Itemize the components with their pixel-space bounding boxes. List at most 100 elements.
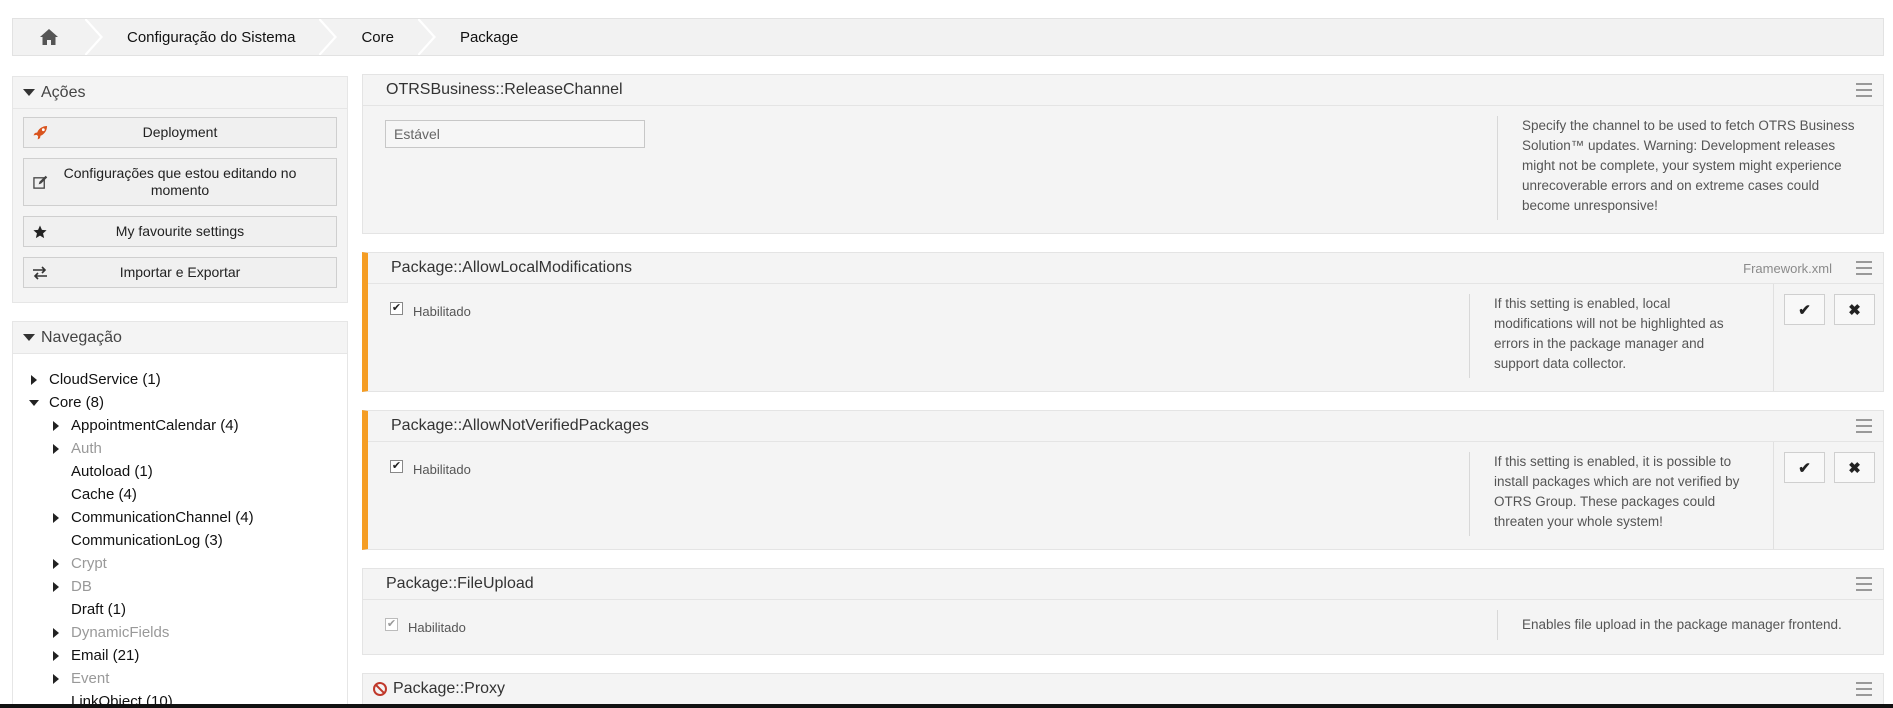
setting-file: Framework.xml xyxy=(1743,261,1832,276)
save-button[interactable]: ✔ xyxy=(1784,452,1825,483)
tree-item-event[interactable]: Event xyxy=(27,667,347,690)
breadcrumb: Configuração do Sistema Core Package xyxy=(12,18,1884,56)
tree-item-appointmentcalendar[interactable]: AppointmentCalendar (4) xyxy=(27,414,347,437)
enabled-checkbox[interactable]: ✔ xyxy=(390,460,403,473)
setting-name: OTRSBusiness::ReleaseChannel xyxy=(386,81,623,98)
tree-item-communicationchannel[interactable]: CommunicationChannel (4) xyxy=(27,506,347,529)
tree-item-label[interactable]: CommunicationLog (3) xyxy=(71,532,223,549)
menu-icon[interactable] xyxy=(1856,682,1872,696)
close-icon: ✖ xyxy=(1848,459,1861,477)
tree-item-crypt[interactable]: Crypt xyxy=(27,552,347,575)
favourite-settings-button[interactable]: My favourite settings xyxy=(23,216,337,247)
caret-down-icon xyxy=(23,334,35,341)
tree-item-label[interactable]: Cache (4) xyxy=(71,486,137,503)
tree-item-label[interactable]: Core (8) xyxy=(49,394,104,411)
currently-editing-button[interactable]: Configurações que estou editando no mome… xyxy=(23,158,337,206)
tree-item-autoload[interactable]: Autoload (1) xyxy=(27,460,347,483)
setting-header[interactable]: Package::AllowNotVerifiedPackages xyxy=(368,411,1883,442)
expand-arrow-icon[interactable] xyxy=(49,580,63,594)
navigation-header[interactable]: Navegação xyxy=(13,322,347,354)
expand-arrow-icon[interactable] xyxy=(49,419,63,433)
release-channel-field[interactable]: Estável xyxy=(385,120,645,148)
setting-proxy: Package::Proxy xyxy=(362,673,1884,708)
edit-icon xyxy=(32,174,48,190)
enabled-checkbox[interactable]: ✔ xyxy=(390,302,403,315)
breadcrumb-home[interactable] xyxy=(13,19,103,55)
setting-header[interactable]: Package::Proxy xyxy=(363,674,1883,705)
settings-list: OTRSBusiness::ReleaseChannel Estável Spe… xyxy=(362,74,1884,708)
tree-item-label[interactable]: Crypt xyxy=(71,555,107,572)
tree-item-auth[interactable]: Auth xyxy=(27,437,347,460)
menu-icon[interactable] xyxy=(1856,419,1872,433)
tree-item-label[interactable]: DB xyxy=(71,578,92,595)
setting-description: If this setting is enabled, local modifi… xyxy=(1469,294,1744,378)
deployment-label: Deployment xyxy=(142,124,218,140)
setting-file-upload: Package::FileUpload ✔ Habilitado Enables… xyxy=(362,568,1884,655)
tree-item-core[interactable]: Core (8) xyxy=(27,391,347,414)
setting-allow-local-modifications: Package::AllowLocalModifications Framewo… xyxy=(362,252,1884,392)
expand-arrow-icon[interactable] xyxy=(49,557,63,571)
setting-header[interactable]: Package::FileUpload xyxy=(363,569,1883,600)
setting-release-channel: OTRSBusiness::ReleaseChannel Estável Spe… xyxy=(362,74,1884,234)
tree-item-dynamicfields[interactable]: DynamicFields xyxy=(27,621,347,644)
setting-name: Package::Proxy xyxy=(393,680,506,697)
tree-item-label[interactable]: DynamicFields xyxy=(71,624,169,641)
tree-item-communicationlog[interactable]: CommunicationLog (3) xyxy=(27,529,347,552)
actions-title: Ações xyxy=(41,83,86,101)
setting-allow-not-verified-packages: Package::AllowNotVerifiedPackages ✔ Habi… xyxy=(362,410,1884,550)
edit-actions: ✔ ✖ xyxy=(1773,442,1883,549)
tree-item-cache[interactable]: Cache (4) xyxy=(27,483,347,506)
tree-item-label[interactable]: Event xyxy=(71,670,109,687)
tree-item-label[interactable]: Auth xyxy=(71,440,102,457)
cancel-button[interactable]: ✖ xyxy=(1834,452,1875,483)
actions-header[interactable]: Ações xyxy=(13,77,347,109)
expand-arrow-icon[interactable] xyxy=(49,649,63,663)
setting-name: Package::AllowLocalModifications xyxy=(391,259,633,276)
tree-item-label[interactable]: Email (21) xyxy=(71,647,139,664)
star-icon xyxy=(32,224,48,240)
expand-arrow-icon[interactable] xyxy=(49,672,63,686)
tree-item-label[interactable]: CommunicationChannel (4) xyxy=(71,509,254,526)
breadcrumb-item-system-configuration[interactable]: Configuração do Sistema xyxy=(85,19,338,55)
menu-icon[interactable] xyxy=(1856,83,1872,97)
import-export-label: Importar e Exportar xyxy=(119,264,241,280)
deployment-button[interactable]: Deployment xyxy=(23,117,337,148)
expand-arrow-icon[interactable] xyxy=(49,442,63,456)
breadcrumb-item-package: Package xyxy=(459,28,519,46)
navigation-title: Navegação xyxy=(41,328,122,346)
import-export-button[interactable]: Importar e Exportar xyxy=(23,257,337,288)
setting-name: Package::AllowNotVerifiedPackages xyxy=(391,417,649,434)
actions-box: Ações Deployment Configurações que estou… xyxy=(12,76,348,303)
expand-arrow-icon[interactable] xyxy=(49,626,63,640)
tree-item-label[interactable]: Draft (1) xyxy=(71,601,126,618)
collapse-arrow-icon[interactable] xyxy=(27,396,41,410)
expand-arrow-icon[interactable] xyxy=(49,511,63,525)
tree-item-draft[interactable]: Draft (1) xyxy=(27,598,347,621)
setting-description: If this setting is enabled, it is possib… xyxy=(1469,452,1744,536)
setting-header[interactable]: OTRSBusiness::ReleaseChannel xyxy=(363,75,1883,106)
tree-item-label[interactable]: Autoload (1) xyxy=(71,463,153,480)
invalid-icon xyxy=(373,682,387,696)
home-icon xyxy=(40,29,58,45)
cancel-button[interactable]: ✖ xyxy=(1834,294,1875,325)
tree-item-db[interactable]: DB xyxy=(27,575,347,598)
setting-description: Enables file upload in the package manag… xyxy=(1497,610,1857,640)
enabled-checkbox: ✔ xyxy=(385,618,398,631)
favourite-settings-label: My favourite settings xyxy=(115,223,245,239)
checkbox-label: Habilitado xyxy=(413,462,471,477)
expand-arrow-icon[interactable] xyxy=(27,373,41,387)
tree-item-label[interactable]: CloudService (1) xyxy=(49,371,161,388)
rocket-icon xyxy=(32,125,48,141)
setting-header[interactable]: Package::AllowLocalModifications Framewo… xyxy=(368,253,1883,284)
bottom-edge xyxy=(0,704,1893,708)
menu-icon[interactable] xyxy=(1856,261,1872,275)
tree-item-email[interactable]: Email (21) xyxy=(27,644,347,667)
navigation-tree: CloudService (1) Core (8) AppointmentCal… xyxy=(13,354,347,708)
navigation-box: Navegação CloudService (1) Core (8) Appo… xyxy=(12,321,348,708)
tree-item-label[interactable]: AppointmentCalendar (4) xyxy=(71,417,239,434)
menu-icon[interactable] xyxy=(1856,577,1872,591)
tree-item-cloudservice[interactable]: CloudService (1) xyxy=(27,368,347,391)
checkbox-label: Habilitado xyxy=(413,304,471,319)
close-icon: ✖ xyxy=(1848,301,1861,319)
save-button[interactable]: ✔ xyxy=(1784,294,1825,325)
